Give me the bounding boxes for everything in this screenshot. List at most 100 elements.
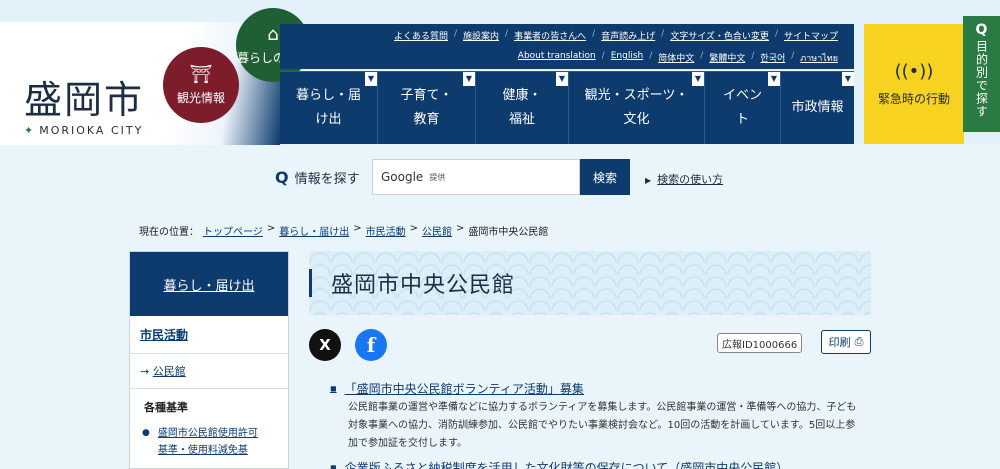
square-bullet-icon: ◼ [330, 463, 337, 469]
breadcrumb-prefix: 現在の位置： [139, 227, 199, 238]
nav-cityinfo-label: 市政情報 [791, 100, 844, 115]
page-title: 盛岡市中央公民館 [331, 273, 516, 298]
sidebar-sub: → 公民館 [130, 354, 288, 389]
logo-mark-icon: ✦ [24, 124, 36, 137]
article-link[interactable]: ◼ 企業版ふるさと納税制度を活用した文化財等の保存について（盛岡市中央公民館） [330, 459, 860, 469]
nav-childcare-label: 子育て・教育 [400, 88, 453, 127]
arrow-right-icon: ▶ [645, 176, 652, 185]
print-button[interactable]: 印刷 ⎙ [821, 330, 871, 354]
breadcrumb-top[interactable]: トップページ [203, 223, 263, 238]
pr-id-badge: 広報ID1000666 [717, 333, 803, 353]
lang-zh-cn-link[interactable]: 简体中文 [652, 51, 700, 65]
nav-health[interactable]: ▼ 健康・福祉 [476, 72, 569, 144]
nav-tourism[interactable]: ▼ 観光・スポーツ・文化 [569, 72, 705, 144]
lang-th-link[interactable]: ภาษาไทย [794, 51, 844, 65]
breadcrumb-living[interactable]: 暮らし・届け出 [279, 223, 349, 238]
search-button[interactable]: 検索 [580, 159, 630, 195]
print-label: 印刷 [828, 336, 851, 349]
breadcrumb-kouminkan[interactable]: 公民館 [422, 223, 452, 238]
x-icon: X [319, 336, 331, 354]
util-textsize-link[interactable]: 文字サイズ・色合い変更 [664, 29, 775, 42]
sidebar-link-text[interactable]: 盛岡市公民館使用許可 基準・使用料減免基 [158, 425, 258, 459]
search-help-text: 検索の使い方 [657, 173, 724, 186]
sightseeing-info-label: 観光情報 [176, 91, 225, 105]
sidebar-heading[interactable]: 暮らし・届け出 [130, 252, 288, 316]
emergency-button[interactable]: ((•)) 緊急時の行動 [864, 24, 964, 144]
utility-links-row1: よくある質問 / 施設案内 / 事業者の皆さんへ / 音声読み上げ / 文字サイズ・色合… [388, 29, 844, 42]
nav-events[interactable]: ▼ イベント [705, 72, 781, 144]
sidebar-link[interactable]: ● 盛岡市公民館使用許可 基準・使用料減免基 [130, 425, 288, 459]
utility-nav: よくある質問 / 施設案内 / 事業者の皆さんへ / 音声読み上げ / 文字サイズ・色合… [280, 24, 854, 69]
sidebar-item-civic[interactable]: 市民活動 [140, 328, 188, 342]
purpose-search-button[interactable]: Q 目的別で探す [963, 16, 1000, 132]
sidebar-group-title: 各種基準 [144, 401, 188, 414]
search-icon: Q [975, 22, 988, 38]
page-title-bar: 盛岡市中央公民館 [309, 251, 871, 315]
dropdown-icon: ▼ [365, 72, 377, 86]
dropdown-icon: ▼ [842, 72, 854, 86]
util-business-link[interactable]: 事業者の皆さんへ [508, 29, 592, 42]
purpose-search-label: 目的別で探す [974, 40, 989, 118]
nav-cityinfo[interactable]: ▼ 市政情報 [781, 72, 854, 144]
search-input[interactable]: Google 提供 [372, 159, 580, 195]
search-area: Q 情報を探す Google 提供 検索 ▶ 検索の使い方 [275, 159, 735, 195]
search-provided: 提供 [429, 172, 446, 182]
dropdown-icon: ▼ [463, 72, 475, 86]
bullet-icon: ● [142, 428, 150, 438]
dropdown-icon: ▼ [692, 72, 704, 86]
square-bullet-icon: ◼ [330, 384, 337, 393]
sidebar-item-kouminkan[interactable]: 公民館 [153, 365, 186, 378]
site-logo[interactable]: 盛岡市 ✦ MORIOKA CITY [24, 78, 164, 137]
printer-icon: ⎙ [854, 335, 864, 348]
list-item: ◼ 「盛岡市中央公民館ボランティア活動」募集 公民館事業の運営や準備などに協力す… [330, 380, 860, 453]
broadcast-icon: ((•)) [894, 61, 934, 82]
share-facebook-button[interactable]: f [355, 329, 387, 361]
torii-icon: ⛩ [189, 64, 213, 85]
logo-subtitle: ✦ MORIOKA CITY [24, 124, 164, 137]
article-desc: 公民館事業の運営や準備などに協力するボランティアを募集します。公民館事業の運営・… [348, 402, 857, 449]
arrow-right-icon: → [140, 365, 150, 378]
util-sitemap-link[interactable]: サイトマップ [778, 29, 844, 42]
util-facilities-link[interactable]: 施設案内 [457, 29, 505, 42]
site-header: 盛岡市 ✦ MORIOKA CITY ⌂ 暮らしの情報 ⛩ 観光情報 よくある質… [0, 0, 1000, 145]
list-item: ◼ 企業版ふるさと納税制度を活用した文化財等の保存について（盛岡市中央公民館） [330, 459, 860, 469]
lang-about-link[interactable]: About translation [512, 51, 602, 65]
sidebar-link-line1: 盛岡市公民館使用許可 [157, 428, 258, 439]
sightseeing-info-button[interactable]: ⛩ 観光情報 [163, 47, 239, 123]
nav-events-label: イベント [722, 88, 762, 127]
breadcrumb: 現在の位置： トップページ > 暮らし・届け出 > 市民活動 > 公民館 > 盛岡市中央… [139, 223, 549, 238]
search-help-link[interactable]: ▶ 検索の使い方 [645, 171, 723, 187]
emergency-label: 緊急時の行動 [877, 92, 950, 106]
nav-living-label: 暮らし・届け出 [295, 88, 361, 127]
dropdown-icon: ▼ [768, 72, 780, 86]
logo-subtitle-text: MORIOKA CITY [39, 124, 144, 137]
utility-links-row2: About translation / English / 简体中文 / 繁體中文 / … [512, 51, 844, 65]
main-nav: ▼ 暮らし・届け出 ▼ 子育て・教育 ▼ 健康・福祉 ▼ 観光・スポーツ・文化 … [280, 71, 854, 144]
article-title: 「盛岡市中央公民館ボランティア活動」募集 [344, 382, 584, 396]
search-icon: Q [275, 168, 289, 187]
nav-tourism-label: 観光・スポーツ・文化 [584, 88, 689, 127]
dropdown-icon: ▼ [556, 72, 568, 86]
lang-english-link[interactable]: English [605, 51, 650, 65]
article-link[interactable]: ◼ 「盛岡市中央公民館ボランティア活動」募集 [330, 380, 860, 397]
nav-health-label: 健康・福祉 [502, 88, 542, 127]
logo-text: 盛岡市 [24, 78, 145, 122]
facebook-icon: f [366, 333, 376, 357]
util-faq-link[interactable]: よくある質問 [388, 29, 454, 42]
nav-living[interactable]: ▼ 暮らし・届け出 [280, 72, 378, 144]
breadcrumb-current: 盛岡市中央公民館 [468, 227, 549, 238]
sidebar-section: 市民活動 [130, 316, 288, 354]
sidebar: 暮らし・届け出 市民活動 → 公民館 各種基準 ● 盛岡市公民館使用許可 基準・… [129, 251, 289, 469]
util-voice-link[interactable]: 音声読み上げ [595, 29, 661, 42]
article-list: ◼ 「盛岡市中央公民館ボランティア活動」募集 公民館事業の運営や準備などに協力す… [330, 380, 860, 469]
breadcrumb-civic[interactable]: 市民活動 [366, 223, 406, 238]
search-label: Q 情報を探す [275, 168, 360, 187]
house-icon: ⌂ [267, 24, 279, 45]
title-accent [309, 269, 312, 297]
lang-zh-tw-link[interactable]: 繁體中文 [703, 51, 751, 65]
article-title: 企業版ふるさと納税制度を活用した文化財等の保存について（盛岡市中央公民館） [344, 461, 789, 469]
lang-ko-link[interactable]: 한국어 [754, 51, 791, 65]
search-label-text: 情報を探す [294, 172, 360, 187]
nav-childcare[interactable]: ▼ 子育て・教育 [378, 72, 476, 144]
share-x-button[interactable]: X [309, 329, 341, 361]
